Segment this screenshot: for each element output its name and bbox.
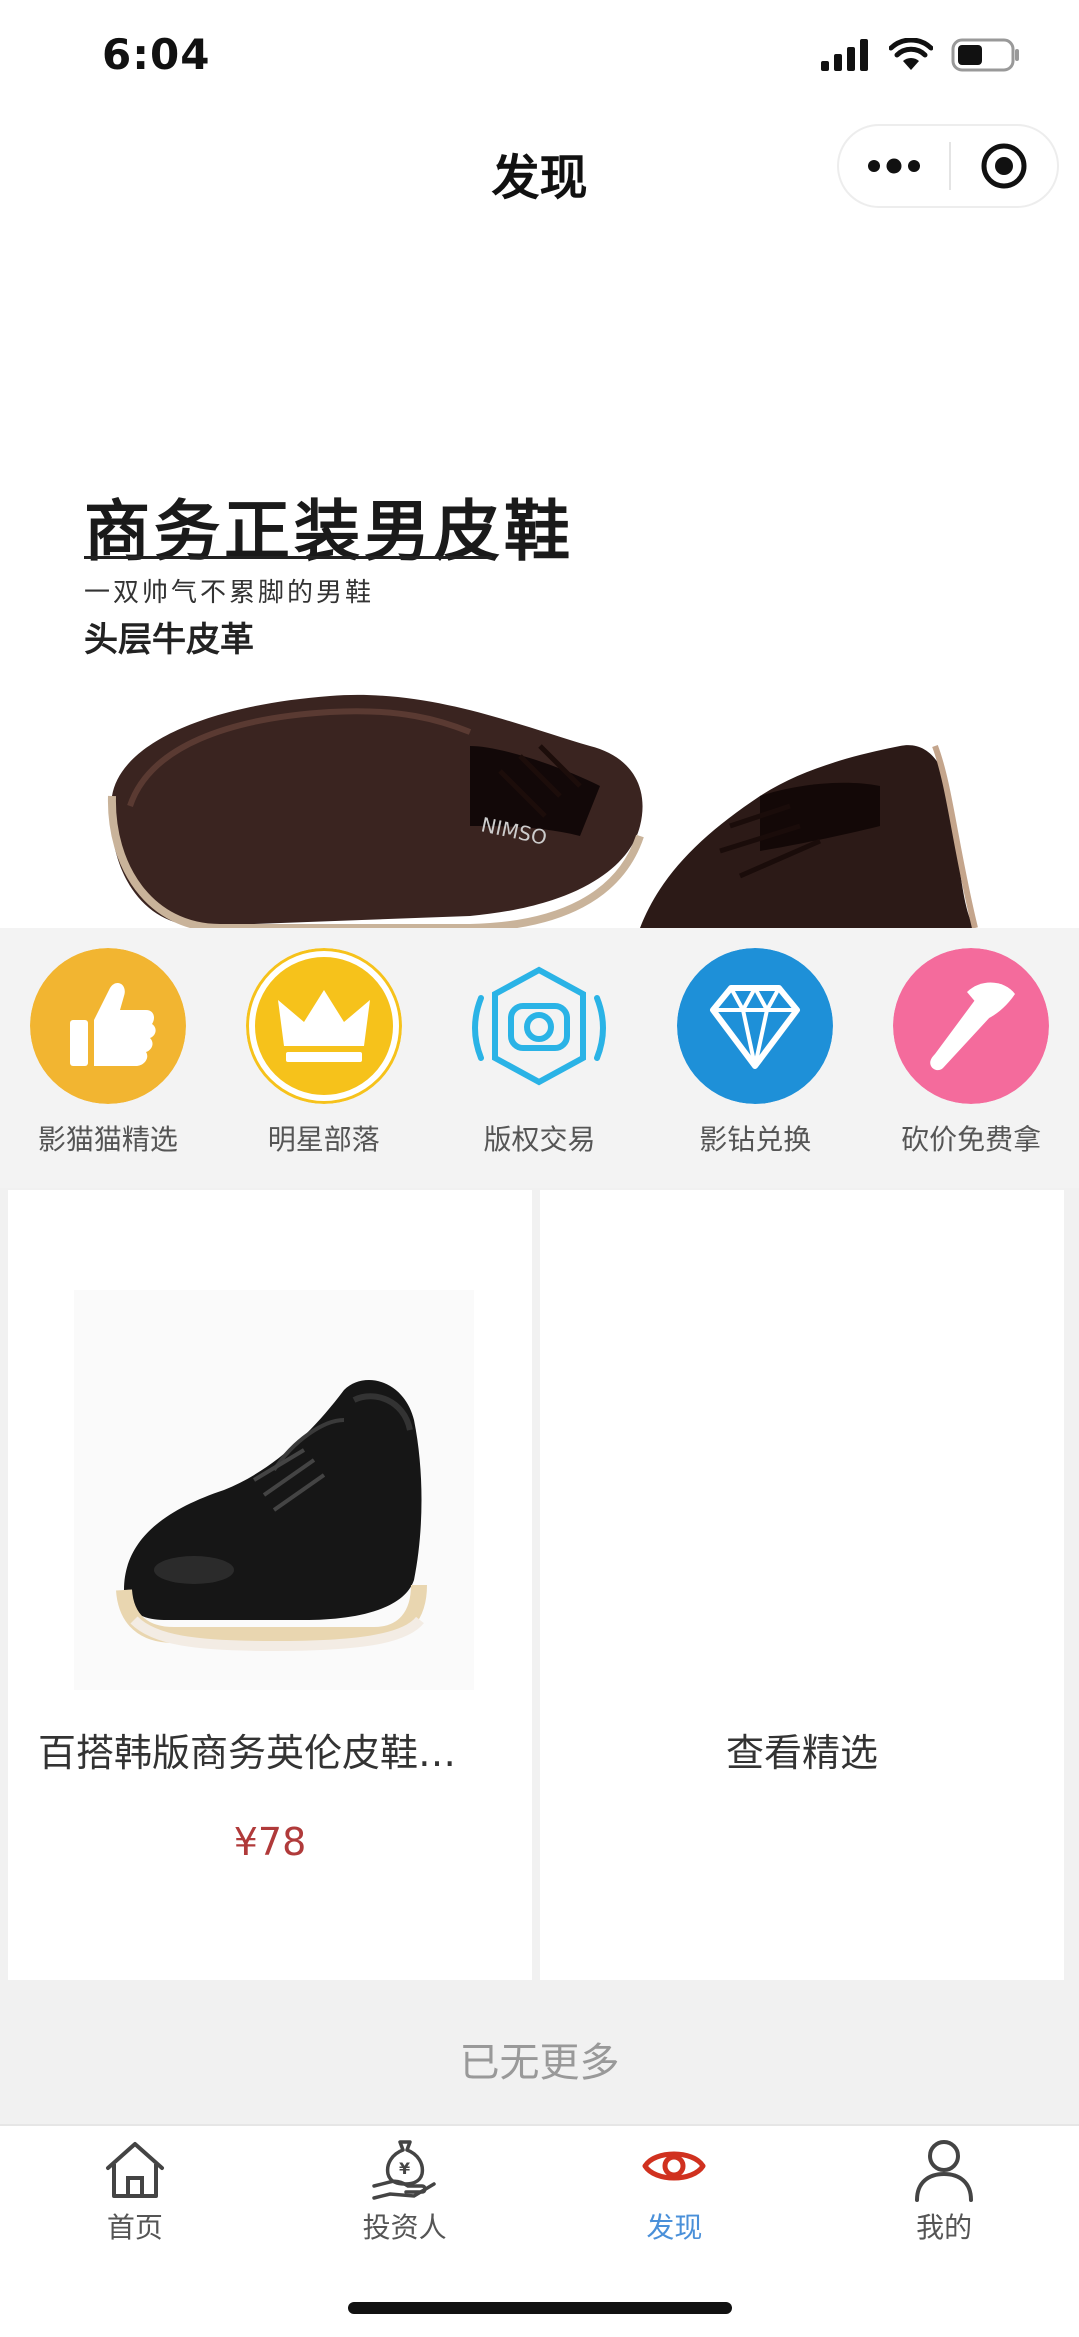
product-grid: 百搭韩版商务英伦皮鞋… ¥78 查看精选 [0,1188,1079,1982]
status-bar: 6:04 [0,0,1079,110]
close-button[interactable] [951,126,1057,206]
tab-label: 首页 [106,2211,163,2244]
home-icon [105,2142,164,2198]
nav-bar: 发现 [0,110,1079,226]
tab-label: 投资人 [362,2211,447,2244]
mini-program-capsule [837,124,1059,208]
camera-shield-icon [472,966,607,1086]
user-icon [915,2140,974,2202]
status-time: 6:04 [102,30,211,79]
home-indicator[interactable] [348,2302,732,2314]
battery-icon [951,38,1019,72]
signal-icon [821,39,868,71]
svg-text:¥: ¥ [399,2159,410,2178]
banner-title: 商务正装男皮鞋 [84,493,574,570]
menu-item-copyright-trade[interactable]: 版权交易 [432,928,648,1188]
menu-label: 影钻兑换 [699,1123,812,1156]
menu-item-bargain[interactable]: 砍价免费拿 [863,928,1079,1188]
product-name: 百搭韩版商务英伦皮鞋… [38,1731,457,1775]
tab-discover[interactable]: 发现 [540,2126,810,2246]
money-bag-hand-icon: ¥ [371,2140,436,2200]
more-button[interactable] [839,126,949,206]
category-menu: 影猫猫精选 明星部落 版权交易 影钻兑换 砍价免费拿 [0,928,1079,1188]
tab-home[interactable]: 首页 [0,2126,270,2246]
menu-label: 明星部落 [267,1123,380,1156]
menu-item-diamond-exchange[interactable]: 影钻兑换 [647,928,863,1188]
axe-icon [893,948,1050,1104]
diamond-icon [677,948,834,1104]
see-more-card[interactable]: 查看精选 [540,1190,1064,1980]
banner-underline [84,556,492,559]
see-more-label: 查看精选 [725,1731,878,1775]
tab-label: 发现 [646,2211,703,2244]
tab-investor[interactable]: ¥ 投资人 [270,2126,540,2246]
menu-item-star-tribe[interactable]: 明星部落 [216,928,432,1188]
menu-label: 版权交易 [483,1123,596,1156]
menu-item-selection[interactable]: 影猫猫精选 [0,928,216,1188]
menu-label: 影猫猫精选 [37,1123,178,1156]
banner[interactable]: NIMSO 商务正装男皮鞋 一双帅气不累脚的男鞋 头层牛皮革 [0,226,1079,928]
product-card[interactable]: 百搭韩版商务英伦皮鞋… ¥78 [8,1190,532,1980]
tab-label: 我的 [916,2211,973,2244]
more-dots-icon [868,158,920,174]
product-image [74,1290,474,1690]
target-circle-icon [981,143,1027,189]
menu-label: 砍价免费拿 [901,1123,1042,1156]
status-icons [821,38,1021,72]
eye-icon [642,2151,706,2181]
crown-icon [245,948,402,1104]
banner-subtitle: 一双帅气不累脚的男鞋 [84,578,375,608]
banner-tagline: 头层牛皮革 [84,620,254,660]
product-price: ¥78 [233,1820,307,1864]
list-end-text: 已无更多 [459,2040,620,2086]
thumbs-up-icon [29,948,186,1104]
tab-mine[interactable]: 我的 [809,2126,1079,2246]
wifi-icon [889,38,933,70]
